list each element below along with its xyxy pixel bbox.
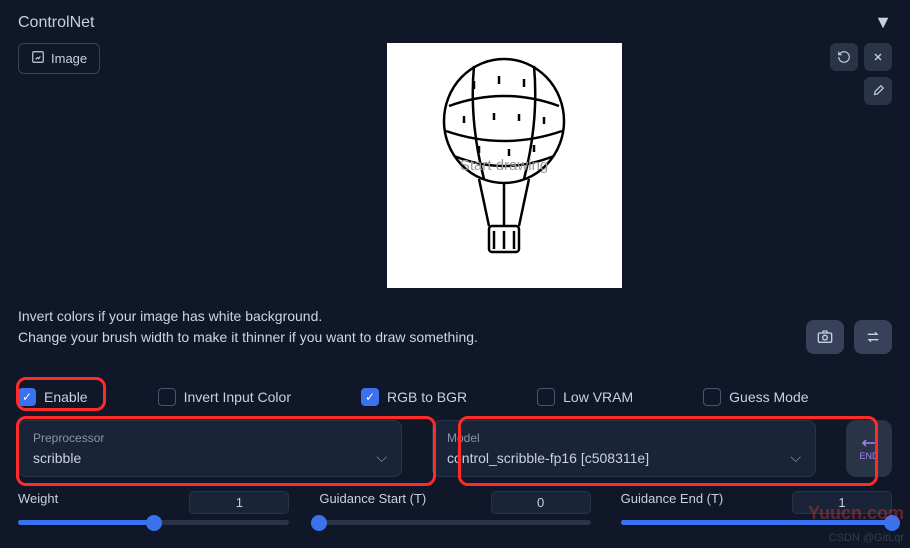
weight-label: Weight [18,491,58,514]
rgb2bgr-checkbox[interactable]: ✓ RGB to BGR [361,388,467,406]
chevron-down-icon: ⌵ [790,449,801,466]
model-dropdown[interactable]: Model control_scribble-fp16 [c508311e] ⌵ [432,420,816,477]
swap-icon [864,329,882,345]
close-icon [872,51,884,63]
preprocessor-label: Preprocessor [33,431,387,445]
camera-icon [816,329,834,345]
brush-icon [871,84,885,98]
weight-value[interactable]: 1 [189,491,289,514]
checkbox-icon [158,388,176,406]
checkbox-icon [703,388,721,406]
checkbox-icon: ✓ [361,388,379,406]
weight-slider[interactable] [18,520,289,525]
run-button[interactable]: END [846,420,892,477]
brush-button[interactable] [864,77,892,105]
preprocessor-value: scribble [33,450,81,466]
pencil-box-icon [31,50,45,67]
brand-watermark: Yuucn.com [808,503,904,524]
invert-checkbox[interactable]: Invert Input Color [158,388,291,406]
swap-button[interactable] [854,320,892,354]
checkbox-icon: ✓ [18,388,36,406]
model-value: control_scribble-fp16 [c508311e] [447,450,649,466]
undo-icon [837,50,851,64]
gstart-value[interactable]: 0 [491,491,591,514]
image-tab-button[interactable]: Image [18,43,100,74]
guess-checkbox[interactable]: Guess Mode [703,388,808,406]
preprocessor-dropdown[interactable]: Preprocessor scribble ⌵ [18,420,402,477]
hint-text: Invert colors if your image has white ba… [18,306,892,348]
rgb2bgr-label: RGB to BGR [387,389,467,405]
camera-button[interactable] [806,320,844,354]
lowvram-label: Low VRAM [563,389,633,405]
enable-checkbox[interactable]: ✓ Enable [18,388,88,406]
canvas-placeholder-text: Start drawing [460,157,548,174]
lowvram-checkbox[interactable]: Low VRAM [537,388,633,406]
guess-label: Guess Mode [729,389,808,405]
csdn-watermark: CSDN @GitLqr [829,532,904,544]
enable-label: Enable [44,389,88,405]
chevron-down-icon: ⌵ [376,449,387,466]
collapse-icon[interactable]: ▼ [874,12,892,33]
checkbox-icon [537,388,555,406]
undo-button[interactable] [830,43,858,71]
panel-title: ControlNet [18,14,94,32]
gstart-label: Guidance Start (T) [319,491,426,514]
gstart-slider[interactable] [319,520,590,525]
drawing-canvas[interactable]: Start drawing [387,43,622,288]
invert-label: Invert Input Color [184,389,291,405]
model-label: Model [447,431,801,445]
close-button[interactable] [864,43,892,71]
image-tab-label: Image [51,51,87,66]
gend-label: Guidance End (T) [621,491,724,514]
arrow-left-icon [860,437,878,449]
